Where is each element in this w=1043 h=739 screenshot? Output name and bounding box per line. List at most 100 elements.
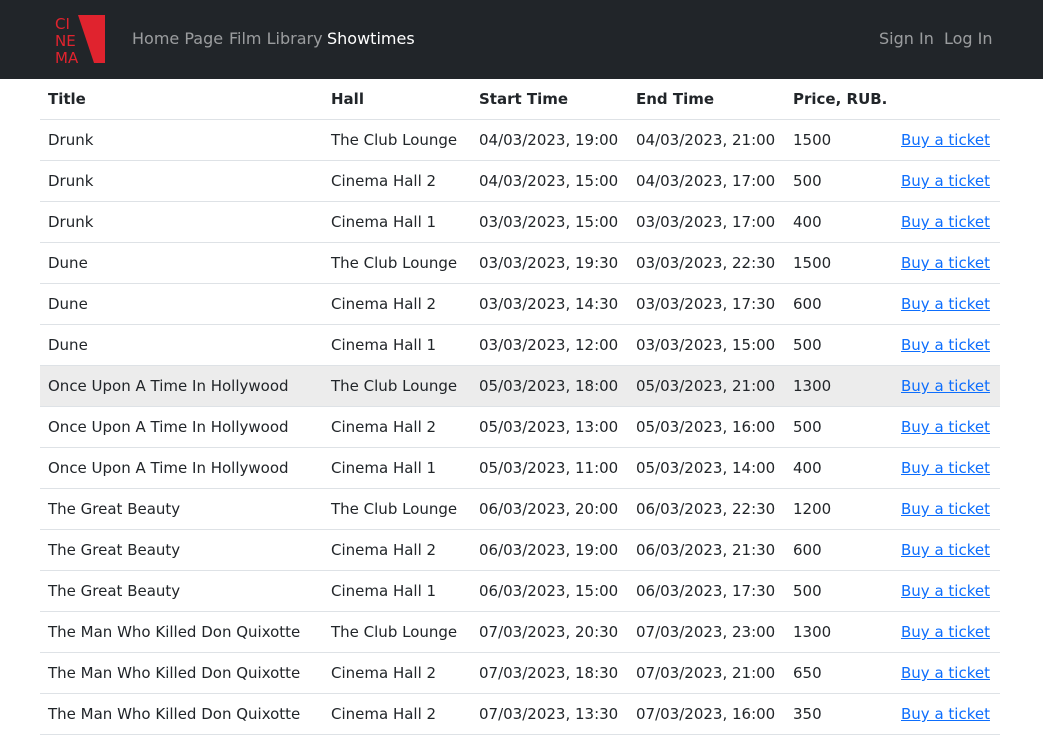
buy-ticket-link[interactable]: Buy a ticket	[901, 377, 990, 395]
buy-ticket-link[interactable]: Buy a ticket	[901, 295, 990, 313]
cell-hall: Cinema Hall 2	[323, 160, 471, 202]
buy-ticket-link[interactable]: Buy a ticket	[901, 705, 990, 723]
table-row: Once Upon A Time In Hollywood The Club Lo…	[40, 365, 1000, 407]
cell-action: Buy a ticket	[893, 406, 1000, 448]
cell-end-time: 05/03/2023, 14:00	[628, 447, 785, 489]
nav-film-library[interactable]: Film Library	[229, 29, 323, 49]
table-row: The Man Who Killed Don Quixotte The Club …	[40, 611, 1000, 653]
nav-home-page[interactable]: Home Page	[132, 29, 223, 49]
cell-end-time: 05/03/2023, 21:00	[628, 365, 785, 407]
table-row: Once Upon A Time In Hollywood Cinema Hall…	[40, 406, 1000, 448]
cell-title: Dune	[40, 283, 323, 325]
table-header: Title Hall Start Time End Time Price, RU…	[40, 79, 1000, 120]
cell-action: Buy a ticket	[893, 611, 1000, 653]
cell-end-time: 03/03/2023, 17:00	[628, 201, 785, 243]
cell-start-time: 05/03/2023, 13:00	[471, 406, 628, 448]
cell-title: Dune	[40, 324, 323, 366]
nav-sign-in[interactable]: Sign In	[879, 29, 934, 49]
buy-ticket-link[interactable]: Buy a ticket	[901, 254, 990, 272]
buy-ticket-link[interactable]: Buy a ticket	[901, 418, 990, 436]
cell-price: 1300	[785, 611, 893, 653]
table-row: Drunk The Club Lounge 04/03/2023, 19:00 04/…	[40, 119, 1000, 161]
cell-title: The Great Beauty	[40, 570, 323, 612]
cell-hall: The Club Lounge	[323, 365, 471, 407]
cell-title: The Man Who Killed Don Quixotte	[40, 693, 323, 735]
header-start-time: Start Time	[471, 79, 628, 120]
cell-hall: Cinema Hall 2	[323, 652, 471, 694]
cell-price: 1300	[785, 365, 893, 407]
cell-end-time: 03/03/2023, 15:00	[628, 324, 785, 366]
cell-end-time: 04/03/2023, 21:00	[628, 119, 785, 161]
buy-ticket-link[interactable]: Buy a ticket	[901, 664, 990, 682]
header-title: Title	[40, 79, 323, 120]
cell-hall: Cinema Hall 2	[323, 693, 471, 735]
buy-ticket-link[interactable]: Buy a ticket	[901, 131, 990, 149]
buy-ticket-link[interactable]: Buy a ticket	[901, 623, 990, 641]
logo-text-1: CI	[55, 15, 70, 33]
logo-red-shape	[78, 15, 105, 63]
cell-action: Buy a ticket	[893, 652, 1000, 694]
cell-hall: Cinema Hall 2	[323, 406, 471, 448]
cell-hall: Cinema Hall 1	[323, 201, 471, 243]
cell-price: 500	[785, 160, 893, 202]
buy-ticket-link[interactable]: Buy a ticket	[901, 336, 990, 354]
cell-hall: Cinema Hall 2	[323, 283, 471, 325]
cell-hall: Cinema Hall 1	[323, 570, 471, 612]
cell-action: Buy a ticket	[893, 201, 1000, 243]
cell-price: 600	[785, 283, 893, 325]
navbar: CI NE MA Home Page Film Library Showtime…	[0, 0, 1043, 79]
cell-start-time: 05/03/2023, 11:00	[471, 447, 628, 489]
cell-action: Buy a ticket	[893, 365, 1000, 407]
cell-hall: The Club Lounge	[323, 119, 471, 161]
cell-action: Buy a ticket	[893, 529, 1000, 571]
cell-price: 650	[785, 652, 893, 694]
cell-hall: Cinema Hall 1	[323, 324, 471, 366]
table-row: The Great Beauty Cinema Hall 1 06/03/2023,…	[40, 570, 1000, 612]
buy-ticket-link[interactable]: Buy a ticket	[901, 213, 990, 231]
cell-hall: The Club Lounge	[323, 242, 471, 284]
cell-hall: Cinema Hall 1	[323, 447, 471, 489]
buy-ticket-link[interactable]: Buy a ticket	[901, 172, 990, 190]
cell-price: 500	[785, 406, 893, 448]
cell-end-time: 03/03/2023, 22:30	[628, 242, 785, 284]
cell-action: Buy a ticket	[893, 693, 1000, 735]
cell-title: Drunk	[40, 201, 323, 243]
table-row: Dune The Club Lounge 03/03/2023, 19:30 03/0…	[40, 242, 1000, 284]
nav-showtimes[interactable]: Showtimes	[327, 29, 415, 49]
cell-title: The Great Beauty	[40, 529, 323, 571]
cell-end-time: 06/03/2023, 17:30	[628, 570, 785, 612]
cell-title: The Great Beauty	[40, 488, 323, 530]
cell-hall: The Club Lounge	[323, 611, 471, 653]
cell-start-time: 03/03/2023, 19:30	[471, 242, 628, 284]
cell-title: Once Upon A Time In Hollywood	[40, 447, 323, 489]
nav-log-in[interactable]: Log In	[944, 29, 993, 49]
cell-title: Drunk	[40, 160, 323, 202]
cell-hall: The Club Lounge	[323, 488, 471, 530]
buy-ticket-link[interactable]: Buy a ticket	[901, 582, 990, 600]
cinema-logo[interactable]: CI NE MA	[54, 15, 105, 63]
cell-title: The Man Who Killed Don Quixotte	[40, 611, 323, 653]
cell-title: The Man Who Killed Don Quixotte	[40, 652, 323, 694]
header-action	[893, 79, 1000, 120]
buy-ticket-link[interactable]: Buy a ticket	[901, 459, 990, 477]
cell-price: 1200	[785, 488, 893, 530]
cell-start-time: 05/03/2023, 18:00	[471, 365, 628, 407]
cell-end-time: 04/03/2023, 17:00	[628, 160, 785, 202]
cell-start-time: 06/03/2023, 15:00	[471, 570, 628, 612]
cell-price: 350	[785, 693, 893, 735]
table-row: Drunk Cinema Hall 1 03/03/2023, 15:00 03/03…	[40, 201, 1000, 243]
cell-end-time: 07/03/2023, 16:00	[628, 693, 785, 735]
buy-ticket-link[interactable]: Buy a ticket	[901, 500, 990, 518]
cell-end-time: 07/03/2023, 21:00	[628, 652, 785, 694]
cell-title: Once Upon A Time In Hollywood	[40, 365, 323, 407]
buy-ticket-link[interactable]: Buy a ticket	[901, 541, 990, 559]
cell-action: Buy a ticket	[893, 119, 1000, 161]
table-row: The Great Beauty The Club Lounge 06/03/202…	[40, 488, 1000, 530]
cell-end-time: 06/03/2023, 22:30	[628, 488, 785, 530]
cell-hall: Cinema Hall 2	[323, 529, 471, 571]
cell-end-time: 03/03/2023, 17:30	[628, 283, 785, 325]
cell-start-time: 07/03/2023, 20:30	[471, 611, 628, 653]
cell-action: Buy a ticket	[893, 160, 1000, 202]
table-row: The Man Who Killed Don Quixotte Cinema Ha…	[40, 652, 1000, 694]
cell-action: Buy a ticket	[893, 447, 1000, 489]
